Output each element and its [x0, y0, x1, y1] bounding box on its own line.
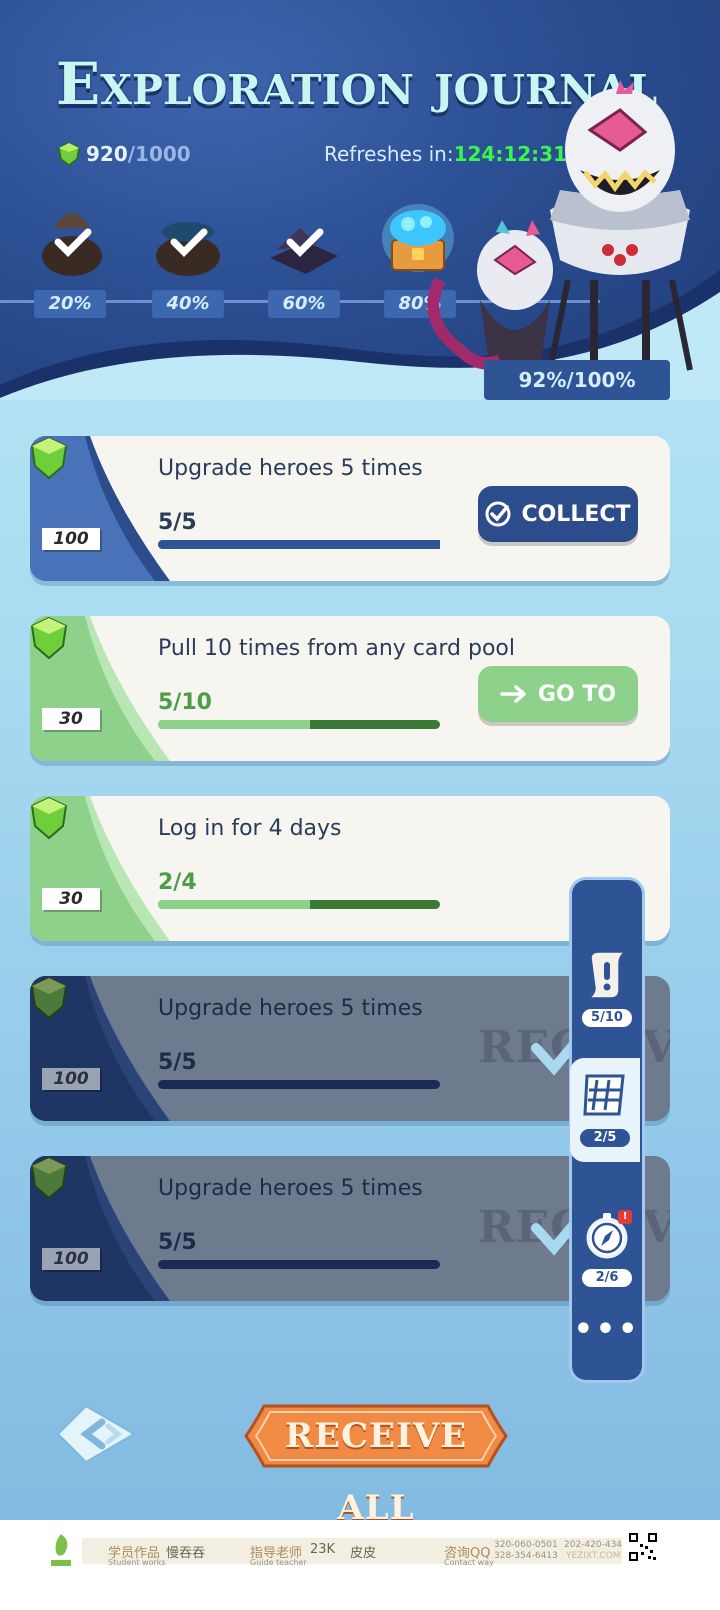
scroll-alert-icon: [586, 951, 628, 999]
side-tab-count: 5/10: [582, 1009, 632, 1027]
task-progress-bar: [158, 900, 440, 909]
task-title: Upgrade heroes 5 times: [158, 1176, 423, 1201]
contact-phone-2: 328-354-6413: [494, 1551, 558, 1561]
teacher-label-en: Guide teacher: [250, 1558, 307, 1567]
task-progress-bar: [158, 1260, 440, 1269]
currency-value: 920: [86, 142, 128, 166]
milestone-label-40: 40%: [152, 290, 224, 318]
more-button[interactable]: •••: [572, 1315, 642, 1345]
task-progress-fill: [158, 540, 440, 549]
goto-button[interactable]: GO TO: [478, 666, 638, 722]
contact-label-en: Contact way: [444, 1558, 494, 1567]
task-progress-bar: [158, 540, 440, 549]
claimed-chest-icon: [270, 228, 338, 274]
side-tab-compass[interactable]: ! 2/6: [572, 1210, 642, 1287]
task-progress-bar: [158, 1080, 440, 1089]
collect-button-label: COLLECT: [521, 501, 631, 527]
contact-phone-3: 202-420-434: [564, 1540, 623, 1550]
check-circle-icon: [485, 501, 511, 527]
teacher-name-2: 皮皮: [350, 1546, 377, 1561]
collect-button[interactable]: COLLECT: [478, 486, 638, 542]
reward-amount: 100: [42, 528, 100, 550]
green-gem-icon: [30, 436, 68, 480]
map-grid-icon: [583, 1074, 625, 1116]
journal-header: Exploration journal 920/1000 Refreshes i…: [0, 0, 720, 400]
green-gem-icon: [30, 796, 68, 840]
total-progress-badge: 92%/100%: [484, 360, 670, 400]
teacher-name-1: 23K: [310, 1542, 336, 1557]
milestone-60[interactable]: [266, 198, 342, 282]
side-tab-count: 2/5: [580, 1129, 630, 1147]
green-gem-icon: [30, 976, 68, 1020]
reward-panel: 30: [30, 796, 170, 941]
receive-all-button[interactable]: RECEIVE ALL: [244, 1400, 508, 1528]
milestone-label-20: 20%: [34, 290, 106, 318]
reward-panel: 100: [30, 976, 170, 1121]
green-gem-icon: [30, 616, 68, 660]
side-tab-scroll[interactable]: 5/10: [572, 950, 642, 1027]
receive-all-label: RECEIVE ALL: [284, 1416, 468, 1528]
task-count: 2/4: [158, 870, 197, 895]
green-gem-icon: [30, 1156, 68, 1200]
task-count: 5/5: [158, 510, 197, 535]
green-gem-icon: [58, 142, 80, 166]
task-progress-fill: [158, 720, 311, 729]
task-card: 30 Pull 10 times from any card pool 5/10…: [30, 616, 670, 761]
task-progress-bar: [158, 720, 440, 729]
reward-amount: 100: [42, 1068, 100, 1090]
contact-phone-1: 320-060-0501: [494, 1540, 558, 1550]
site-url: YEZIXT.COM: [566, 1551, 621, 1561]
reward-panel: 100: [30, 1156, 170, 1301]
back-logo-button[interactable]: [56, 1402, 136, 1466]
task-count: 5/5: [158, 1230, 197, 1255]
task-title: Log in for 4 days: [158, 816, 342, 841]
task-progress-fill: [158, 900, 311, 909]
reward-amount: 30: [42, 888, 100, 910]
arrow-right-icon: [500, 685, 526, 703]
currency-max: /1000: [127, 142, 191, 166]
notification-badge: !: [618, 1210, 632, 1224]
task-title: Upgrade heroes 5 times: [158, 456, 423, 481]
side-tab-map[interactable]: 2/5: [570, 1058, 640, 1162]
milestone-20[interactable]: [34, 198, 110, 282]
qr-code-icon: [628, 1532, 658, 1562]
reward-panel: 100: [30, 436, 170, 581]
task-card: 100 Upgrade heroes 5 times 5/5 COLLECT: [30, 436, 670, 581]
student-name: 慢吞吞: [166, 1546, 206, 1561]
reward-amount: 100: [42, 1248, 100, 1270]
characters-illustration: [427, 80, 693, 390]
task-count: 5/5: [158, 1050, 197, 1075]
reward-amount: 30: [42, 708, 100, 730]
student-label-en: Student works: [108, 1558, 166, 1567]
task-title: Pull 10 times from any card pool: [158, 636, 516, 661]
side-tab-count: 2/6: [582, 1269, 632, 1287]
claimed-bag-icon: [42, 213, 102, 276]
currency-display: 920/1000: [58, 142, 191, 166]
category-side-panel: 5/10 2/5 ! 2/6 •••: [570, 880, 642, 1380]
milestone-40[interactable]: [150, 198, 226, 282]
task-count: 5/10: [158, 690, 212, 715]
task-title: Upgrade heroes 5 times: [158, 996, 423, 1021]
credits-footer: 学员作品 Student works 慢吞吞 指导老师 Guide teache…: [0, 1520, 720, 1610]
reward-panel: 30: [30, 616, 170, 761]
claimed-bag-icon: [156, 222, 220, 276]
leaf-logo-icon: [51, 1534, 71, 1566]
goto-button-label: GO TO: [537, 681, 617, 707]
milestone-label-60: 60%: [268, 290, 340, 318]
